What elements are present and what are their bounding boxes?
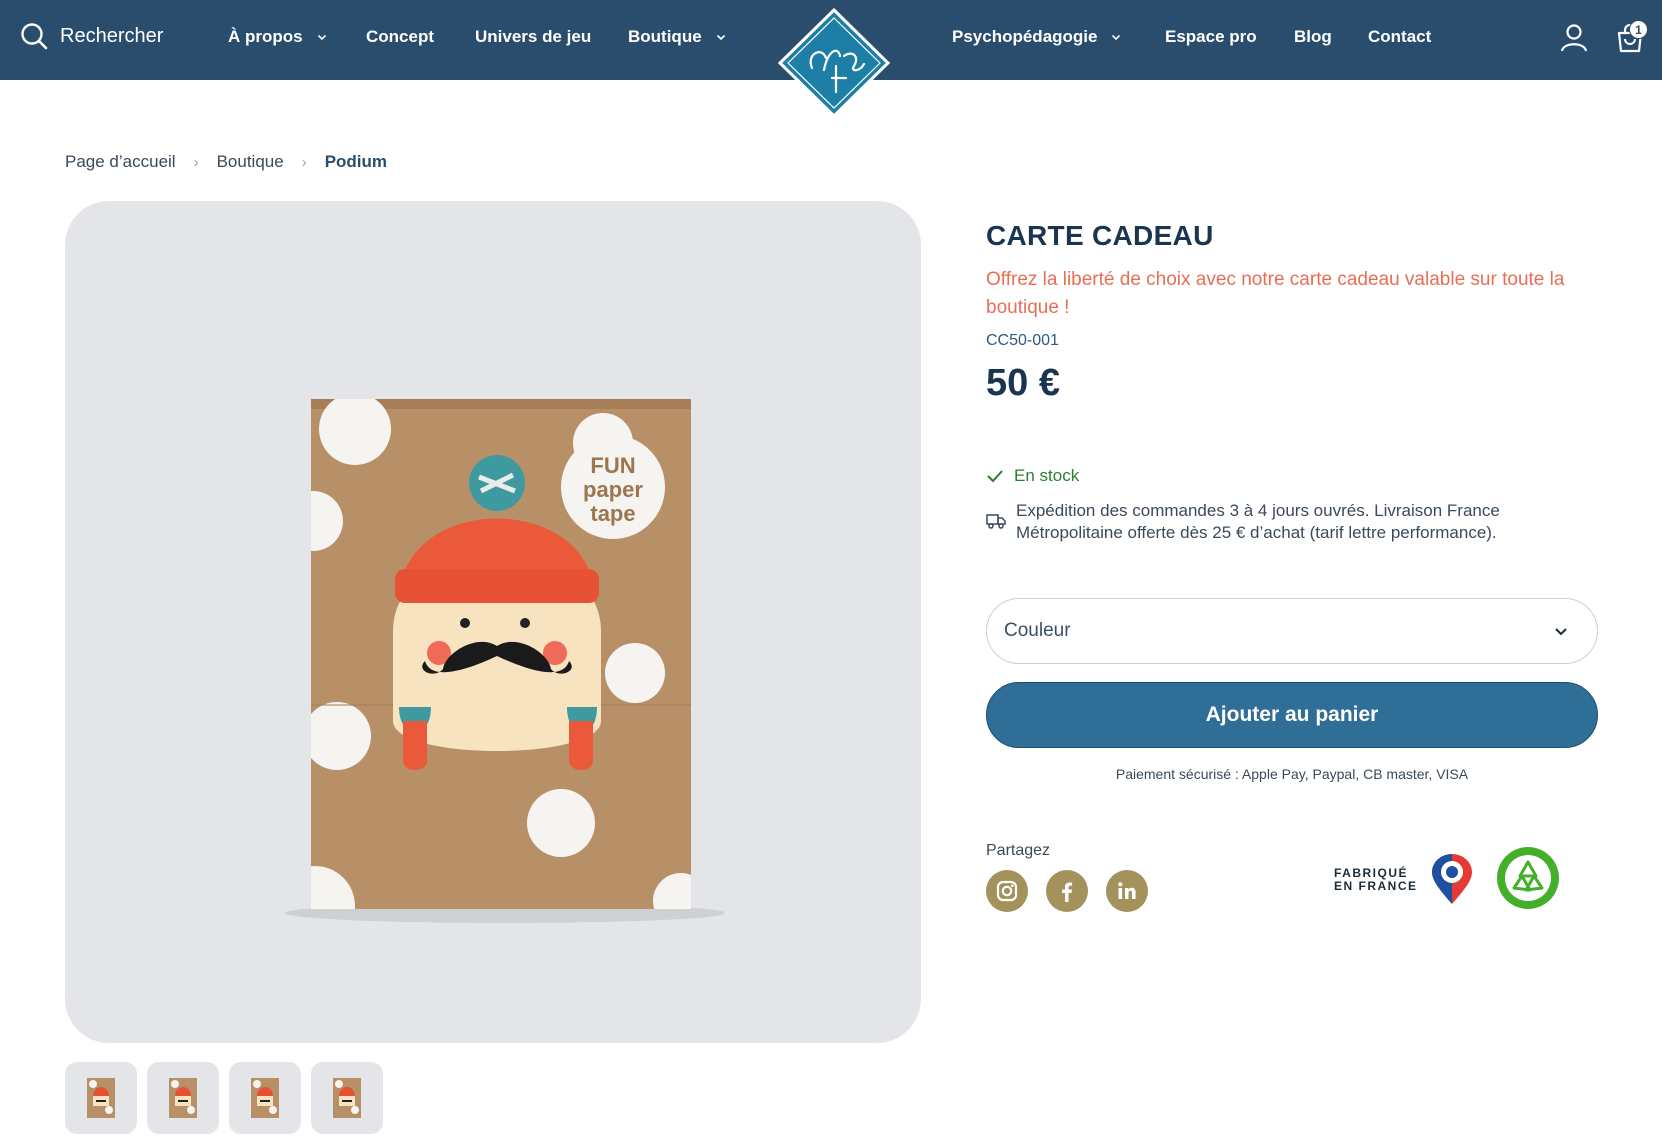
check-icon bbox=[987, 470, 1003, 483]
share-label: Partagez bbox=[986, 842, 1051, 859]
thumbnail-photo bbox=[333, 1078, 361, 1118]
map-pin-icon bbox=[1431, 854, 1472, 904]
nav-item-psychopedagogie[interactable]: Psychopédagogie bbox=[952, 27, 1121, 47]
product-price: 50 € bbox=[986, 362, 1060, 404]
color-select[interactable]: Couleur bbox=[986, 598, 1598, 664]
color-select-value: Couleur bbox=[1004, 620, 1071, 641]
nav-item-label: Espace pro bbox=[1165, 27, 1257, 46]
truck-icon bbox=[986, 514, 1006, 529]
nav-item-boutique[interactable]: Boutique bbox=[628, 27, 726, 47]
account-icon[interactable] bbox=[1558, 22, 1590, 54]
image-text-line: tape bbox=[590, 501, 635, 526]
chevron-down-icon bbox=[716, 34, 725, 41]
nav-item-espace-pro[interactable]: Espace pro bbox=[1165, 27, 1257, 47]
image-text-line: paper bbox=[583, 477, 643, 502]
nav-item-label: Concept bbox=[366, 27, 434, 46]
stock-label: En stock bbox=[1014, 466, 1080, 485]
search-label: Rechercher bbox=[60, 24, 164, 47]
nav-item-label: Univers de jeu bbox=[475, 27, 592, 46]
chevron-down-icon bbox=[1112, 34, 1121, 41]
made-in-france-text: FABRIQUÉ EN FRANCE bbox=[1334, 867, 1418, 893]
le-coffre-a-jeux-logo[interactable] bbox=[774, 6, 894, 120]
nav-item-contact[interactable]: Contact bbox=[1368, 27, 1431, 47]
nav-item-blog[interactable]: Blog bbox=[1294, 27, 1332, 47]
nav-item-a-propos[interactable]: À propos bbox=[228, 27, 327, 47]
instagram-icon bbox=[996, 880, 1018, 902]
add-to-cart-button[interactable]: Ajouter au panier bbox=[986, 682, 1598, 748]
facebook-icon bbox=[1062, 882, 1073, 902]
product-sku: CC50-001 bbox=[986, 332, 1059, 349]
search-button[interactable]: Rechercher bbox=[20, 22, 163, 50]
nav-item-univers-de-jeu[interactable]: Univers de jeu bbox=[475, 27, 591, 47]
top-navigation-bar: Rechercher À propos Concept Univers de j… bbox=[0, 0, 1662, 119]
chevron-down-icon bbox=[1555, 628, 1567, 636]
shipping-info: Expédition des commandes 3 à 4 jours ouv… bbox=[986, 500, 1576, 544]
thumbnail-photo bbox=[169, 1078, 197, 1118]
stock-status: En stock bbox=[986, 466, 1079, 486]
facebook-share-button[interactable] bbox=[1046, 870, 1088, 912]
nav-item-concept[interactable]: Concept bbox=[366, 27, 434, 47]
breadcrumb-boutique-link[interactable]: Boutique bbox=[217, 152, 284, 172]
thumbnail-3[interactable] bbox=[229, 1062, 301, 1134]
shipping-text: Expédition des commandes 3 à 4 jours ouv… bbox=[1016, 501, 1500, 542]
recyclable-badge-icon bbox=[1497, 847, 1559, 909]
image-text-line: FUN bbox=[590, 453, 635, 478]
secure-payment-note: Paiement sécurisé : Apple Pay, Paypal, C… bbox=[1115, 766, 1469, 782]
linkedin-share-button[interactable] bbox=[1106, 870, 1148, 912]
made-in-france-line: EN FRANCE bbox=[1334, 879, 1418, 893]
nav-item-label: Psychopédagogie bbox=[952, 27, 1098, 46]
thumbnail-strip bbox=[65, 1062, 383, 1134]
product-main-image[interactable]: FUN paper tape bbox=[65, 201, 921, 1043]
cart-count-badge: 1 bbox=[1629, 20, 1648, 39]
nav-item-label: Contact bbox=[1368, 27, 1432, 46]
made-in-france-badge: FABRIQUÉ EN FRANCE bbox=[1334, 854, 1478, 906]
social-share-links bbox=[986, 870, 1148, 912]
product-description: Offrez la liberté de choix avec notre ca… bbox=[986, 269, 1565, 318]
thumbnail-photo bbox=[87, 1078, 115, 1118]
instagram-share-button[interactable] bbox=[986, 870, 1028, 912]
nav-item-label: À propos bbox=[228, 27, 303, 46]
breadcrumb-home-link[interactable]: Page d’accueil bbox=[65, 152, 176, 172]
breadcrumb-separator: › bbox=[193, 153, 199, 171]
linkedin-icon bbox=[1118, 882, 1136, 899]
nav-item-label: Blog bbox=[1294, 27, 1332, 46]
breadcrumb: Page d’accueil › Boutique › Podium bbox=[65, 152, 387, 172]
breadcrumb-current: Podium bbox=[324, 152, 388, 171]
search-icon bbox=[21, 23, 48, 50]
breadcrumb-separator: › bbox=[301, 153, 307, 171]
nav-item-label: Boutique bbox=[628, 27, 702, 46]
thumbnail-1[interactable] bbox=[65, 1062, 137, 1134]
thumbnail-4[interactable] bbox=[311, 1062, 383, 1134]
chevron-down-icon bbox=[317, 34, 326, 41]
thumbnail-2[interactable] bbox=[147, 1062, 219, 1134]
thumbnail-photo bbox=[251, 1078, 279, 1118]
product-photo: FUN paper tape bbox=[285, 399, 725, 923]
product-title: CARTE CADEAU bbox=[986, 220, 1214, 251]
